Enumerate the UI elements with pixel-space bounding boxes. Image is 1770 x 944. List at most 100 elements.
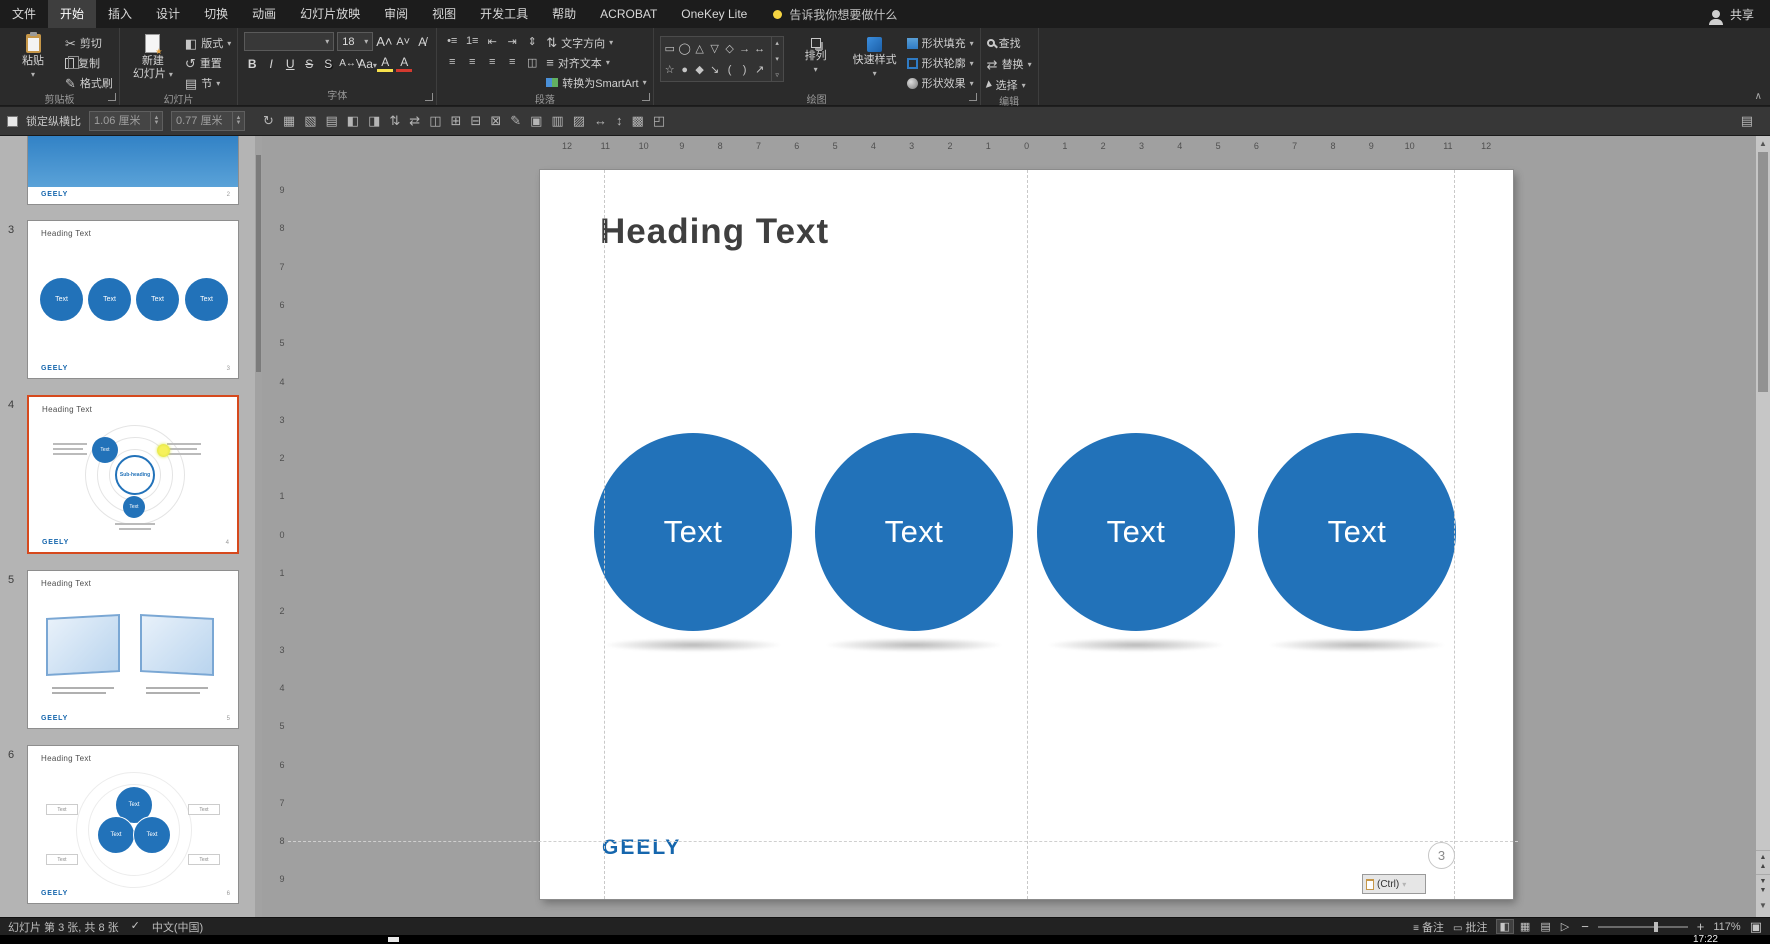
- text-shadow-button[interactable]: S: [320, 57, 336, 71]
- change-case-button[interactable]: Aa▾: [358, 57, 374, 71]
- section-button[interactable]: ▤节▾: [185, 75, 231, 91]
- toolbar-icon[interactable]: ▣: [530, 113, 542, 129]
- toolbar-icon[interactable]: ▩: [632, 113, 644, 129]
- previous-slide-button[interactable]: ▲▲: [1756, 850, 1770, 872]
- geely-logo[interactable]: GEELY: [602, 836, 681, 860]
- thumbnail-slide-2-partial[interactable]: GEELY 2: [27, 136, 239, 205]
- clear-formatting-button[interactable]: A̸: [414, 35, 430, 49]
- guide-horizontal-bottom[interactable]: [288, 841, 1518, 842]
- height-input[interactable]: 0.77 厘米 ▲▼: [171, 111, 245, 131]
- scroll-down-icon[interactable]: ▼: [1756, 901, 1770, 910]
- thumbnail-slide-5[interactable]: Heading Text GEELY 5: [27, 570, 239, 729]
- zoom-in-button[interactable]: +: [1697, 920, 1705, 933]
- toolbar-icon[interactable]: ◰: [653, 113, 665, 129]
- font-color-button[interactable]: A: [396, 55, 412, 72]
- layout-button[interactable]: ◧版式▾: [185, 35, 231, 51]
- menu-onekey[interactable]: OneKey Lite: [669, 0, 759, 28]
- align-left-button[interactable]: ≡: [443, 56, 461, 69]
- scrollbar-thumb[interactable]: [1758, 152, 1768, 392]
- toolbar-icon[interactable]: ▨: [573, 113, 585, 129]
- spellcheck-icon[interactable]: ✓: [131, 921, 140, 932]
- slide-page-number[interactable]: 3: [1428, 842, 1455, 869]
- toolbar-icon[interactable]: ⊠: [490, 113, 501, 129]
- guide-vertical-center[interactable]: [1027, 170, 1028, 899]
- shape-icon[interactable]: ◇: [723, 39, 737, 59]
- menu-animations[interactable]: 动画: [240, 0, 288, 28]
- character-spacing-button[interactable]: A↔V: [339, 58, 355, 69]
- toolbar-icon[interactable]: ▧: [304, 113, 316, 129]
- shape-icon[interactable]: ◆: [693, 60, 707, 80]
- decrease-indent-button[interactable]: ⇤: [483, 35, 501, 48]
- slide-title[interactable]: Heading Text: [600, 212, 829, 252]
- convert-smartart-button[interactable]: 转换为SmartArt▾: [546, 74, 646, 91]
- dialog-launcher-clipboard[interactable]: [108, 93, 116, 101]
- bold-button[interactable]: B: [244, 57, 260, 71]
- font-size-combo[interactable]: 18▾: [337, 32, 373, 51]
- slide-canvas-area[interactable]: 1211109876543210123456789101112 98765432…: [262, 136, 1756, 917]
- strikethrough-button[interactable]: S: [301, 57, 317, 71]
- shape-fill-button[interactable]: 形状填充▾: [907, 35, 974, 51]
- paste-button[interactable]: 粘贴 ▾: [6, 32, 60, 91]
- shape-icon[interactable]: ◯: [678, 39, 692, 59]
- tell-me-box[interactable]: 告诉我你想要做什么: [773, 6, 897, 23]
- font-name-combo[interactable]: ▾: [244, 32, 334, 51]
- dialog-launcher-drawing[interactable]: [969, 93, 977, 101]
- thumbnail-slide-6[interactable]: Heading Text Text Text Text Text Text Te…: [27, 745, 239, 904]
- numbering-button[interactable]: 1≡: [463, 35, 481, 48]
- slide-circle-shape[interactable]: Text: [1258, 433, 1456, 631]
- shape-icon[interactable]: ↘: [708, 60, 722, 80]
- menu-transitions[interactable]: 切换: [192, 0, 240, 28]
- menu-view[interactable]: 视图: [420, 0, 468, 28]
- next-slide-button[interactable]: ▼▼: [1756, 874, 1770, 896]
- zoom-slider-thumb[interactable]: [1654, 922, 1658, 932]
- new-slide-button[interactable]: 新建 幻灯片 ▾: [126, 32, 180, 91]
- italic-button[interactable]: I: [263, 57, 279, 71]
- toolbar-icon[interactable]: ⇅: [389, 113, 400, 129]
- zoom-slider[interactable]: [1598, 926, 1688, 928]
- toolbar-panel-icon[interactable]: ▤: [1741, 113, 1753, 129]
- zoom-level[interactable]: 117%: [1713, 921, 1740, 933]
- dialog-launcher-paragraph[interactable]: [642, 93, 650, 101]
- toolbar-icon[interactable]: ◧: [347, 113, 359, 129]
- shape-icon[interactable]: (: [723, 60, 737, 80]
- shape-icon[interactable]: △: [693, 39, 707, 59]
- copy-button[interactable]: 复制: [65, 55, 113, 71]
- language-indicator[interactable]: 中文(中国): [152, 919, 203, 935]
- reset-button[interactable]: ↺重置: [185, 55, 231, 71]
- fit-to-window-button[interactable]: ▣: [1750, 920, 1762, 933]
- comments-button[interactable]: ▭ 批注: [1453, 919, 1488, 935]
- select-button[interactable]: 选择▾: [987, 77, 1032, 93]
- slide-circle-shape[interactable]: Text: [815, 433, 1013, 631]
- zoom-out-button[interactable]: −: [1581, 920, 1589, 933]
- paste-options-button[interactable]: (Ctrl) ▾: [1362, 874, 1426, 894]
- toolbar-icon[interactable]: ↔: [594, 113, 607, 129]
- shape-icon[interactable]: ☆: [663, 60, 677, 80]
- replace-button[interactable]: ⇄替换▾: [987, 56, 1032, 72]
- menu-insert[interactable]: 插入: [96, 0, 144, 28]
- toolbar-icon[interactable]: ↕: [616, 113, 623, 129]
- thumbnail-scrollbar[interactable]: [255, 136, 262, 917]
- toolbar-icon[interactable]: ◨: [368, 113, 380, 129]
- scroll-up-icon[interactable]: ▲: [1756, 139, 1770, 148]
- toolbar-icon[interactable]: ⊞: [451, 113, 462, 129]
- underline-button[interactable]: U: [282, 57, 298, 71]
- guide-vertical-right[interactable]: [1454, 170, 1455, 899]
- slideshow-button[interactable]: ▷: [1558, 920, 1572, 933]
- shape-gallery-scroll[interactable]: ▴▾▿: [772, 36, 784, 82]
- thumbnail-scrollbar-thumb[interactable]: [256, 155, 261, 372]
- height-stepper[interactable]: ▲▼: [233, 111, 245, 131]
- grow-font-button[interactable]: A˄: [376, 34, 392, 49]
- toolbar-icon[interactable]: ✎: [510, 113, 521, 129]
- width-stepper[interactable]: ▲▼: [151, 111, 163, 131]
- highlight-color-button[interactable]: A: [377, 55, 393, 72]
- cut-button[interactable]: ✂剪切: [65, 35, 113, 51]
- menu-file[interactable]: 文件: [0, 0, 48, 28]
- menu-help[interactable]: 帮助: [540, 0, 588, 28]
- shape-gallery[interactable]: ▭◯△▽◇→↔☆●◆↘()↗: [660, 36, 772, 82]
- menu-slideshow[interactable]: 幻灯片放映: [288, 0, 372, 28]
- shape-effects-button[interactable]: 形状效果▾: [907, 75, 974, 91]
- shape-icon[interactable]: ): [738, 60, 752, 80]
- justify-button[interactable]: ≡: [503, 56, 521, 69]
- shape-icon[interactable]: ▭: [663, 39, 677, 59]
- toolbar-icon[interactable]: ◫: [429, 113, 441, 129]
